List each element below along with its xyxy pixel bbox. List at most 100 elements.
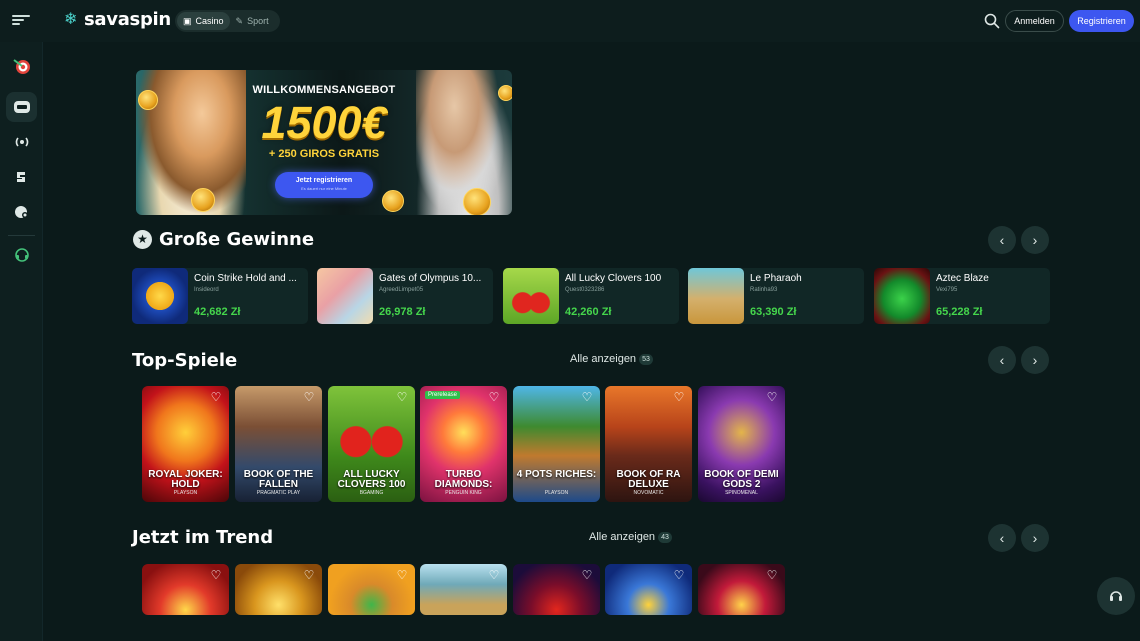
menu-icon[interactable] (12, 13, 30, 29)
game-thumbnail (317, 268, 373, 324)
win-game-name: All Lucky Clovers 100 (565, 273, 662, 284)
game-tile-name: BOOK OF DEMI GODS 2 (704, 469, 779, 490)
favorite-heart-icon[interactable]: ♡ (672, 568, 686, 582)
win-game-name: Gates of Olympus 10... (379, 273, 482, 284)
win-card[interactable]: Coin Strike Hold and ... Insideord 42,68… (132, 268, 308, 324)
sport-icon: ✎ (235, 15, 244, 26)
favorite-heart-icon[interactable]: ♡ (765, 390, 779, 404)
banner-subtitle: + 250 GIROS GRATIS (268, 148, 380, 160)
slot-machine-icon: ▣ (183, 15, 192, 26)
register-button[interactable]: Registrieren (1069, 10, 1134, 32)
brand-name: savaspin (84, 9, 171, 30)
game-tile[interactable]: ♡ BOOK OF THE FALLEN PRAGMATIC PLAY (235, 386, 322, 502)
favorite-heart-icon[interactable]: ♡ (302, 390, 316, 404)
count-badge: 53 (639, 353, 653, 365)
trending-next-button[interactable]: › (1021, 524, 1049, 552)
game-tile[interactable]: ♡ (235, 564, 322, 615)
favorite-heart-icon[interactable]: ♡ (302, 568, 316, 582)
coin-icon (463, 188, 491, 215)
tab-casino[interactable]: ▣ Casino (177, 12, 230, 30)
favorite-heart-icon[interactable]: ♡ (395, 390, 409, 404)
game-thumbnail (132, 268, 188, 324)
logo[interactable]: ❄ savaspin (64, 9, 171, 30)
favorite-heart-icon[interactable]: ♡ (487, 568, 501, 582)
game-tile[interactable]: Prerelease ♡ TURBO DIAMONDS: PENGUIN KIN… (420, 386, 507, 502)
game-tile[interactable]: ♡ BOOK OF DEMI GODS 2 SPINOMENAL (698, 386, 785, 502)
win-amount: 42,682 Zł (194, 306, 241, 318)
game-tile-name: ALL LUCKY CLOVERS 100 (337, 469, 406, 490)
live-broadcast-icon[interactable] (6, 127, 37, 157)
big-wins-prev-button[interactable]: ‹ (988, 226, 1016, 254)
win-amount: 63,390 Zł (750, 306, 797, 318)
game-tile-name: ROYAL JOKER: HOLD (148, 469, 223, 490)
trending-see-all[interactable]: Alle anzeigen 43 (589, 531, 672, 543)
banner-cta-label: Jetzt registrieren (295, 177, 353, 184)
target-icon[interactable] (6, 51, 37, 81)
game-tile[interactable]: ♡ (420, 564, 507, 615)
see-all-label: Alle anzeigen (570, 353, 637, 365)
banner-amount: 1500€ (261, 97, 387, 148)
favorite-heart-icon[interactable]: ♡ (765, 568, 779, 582)
game-tile-provider: PENGUIN KING (445, 490, 482, 496)
favorite-heart-icon[interactable]: ♡ (672, 390, 686, 404)
game-tile[interactable]: ♡ (513, 564, 600, 615)
sidebar-divider (8, 235, 35, 236)
game-tile-name: TURBO DIAMONDS: (434, 469, 493, 490)
star-icon: ★ (133, 230, 152, 249)
top-games-title: Top-Spiele (132, 350, 238, 371)
game-tile[interactable]: ♡ BOOK OF RA DELUXE NOVOMATIC (605, 386, 692, 502)
top-games-see-all[interactable]: Alle anzeigen 53 (570, 353, 653, 365)
game-tile[interactable]: ♡ (142, 564, 229, 615)
favorite-heart-icon[interactable]: ♡ (580, 390, 594, 404)
game-tile-name: BOOK OF THE FALLEN (243, 469, 314, 490)
win-amount: 26,978 Zł (379, 306, 426, 318)
controller-icon[interactable] (6, 197, 37, 227)
favorite-heart-icon[interactable]: ♡ (209, 390, 223, 404)
win-user: Insideord (194, 287, 219, 293)
search-icon[interactable] (984, 13, 1000, 29)
banner-register-button[interactable]: Jetzt registrieren Es dauert nur eine Mi… (275, 172, 373, 198)
tab-sport[interactable]: ✎ Sport (230, 12, 275, 30)
game-tile-provider: PLAYSON (173, 490, 198, 496)
game-tile[interactable]: ♡ (698, 564, 785, 615)
game-thumbnail (874, 268, 930, 324)
favorite-heart-icon[interactable]: ♡ (487, 390, 501, 404)
trending-title: Jetzt im Trend (132, 527, 274, 548)
win-card[interactable]: Le Pharaoh Ratinha93 63,390 Zł (688, 268, 864, 324)
win-card[interactable]: All Lucky Clovers 100 Quest0323286 42,26… (503, 268, 679, 324)
game-tile[interactable]: ♡ ROYAL JOKER: HOLD PLAYSON (142, 386, 229, 502)
win-game-name: Aztec Blaze (936, 273, 989, 284)
win-card[interactable]: Gates of Olympus 10... AgreedLimpet05 26… (317, 268, 493, 324)
favorite-heart-icon[interactable]: ♡ (580, 568, 594, 582)
tab-sport-label: Sport (247, 16, 269, 26)
sport-icon[interactable] (6, 162, 37, 192)
favorite-heart-icon[interactable]: ♡ (395, 568, 409, 582)
game-tile[interactable]: ♡ 4 POTS RICHES: PLAYSON (513, 386, 600, 502)
game-tile-name: BOOK OF RA DELUXE (616, 469, 681, 490)
count-badge: 43 (658, 531, 672, 543)
win-card[interactable]: Aztec Blaze Vexi795 65,228 Zł (874, 268, 1050, 324)
top-games-prev-button[interactable]: ‹ (988, 346, 1016, 374)
coin-icon (191, 188, 215, 212)
slot-machine-icon[interactable] (6, 92, 37, 122)
big-wins-title: Große Gewinne (159, 229, 315, 250)
top-games-next-button[interactable]: › (1021, 346, 1049, 374)
tab-casino-label: Casino (195, 16, 224, 26)
support-headset-icon[interactable] (6, 240, 37, 270)
welcome-banner[interactable]: WILLKOMMENSANGEBOT 1500€ + 250 GIROS GRA… (136, 70, 512, 215)
game-thumbnail (688, 268, 744, 324)
support-chat-button[interactable] (1097, 577, 1135, 615)
game-tile[interactable]: ♡ ALL LUCKY CLOVERS 100 BGAMING (328, 386, 415, 502)
login-button[interactable]: Anmelden (1005, 10, 1064, 32)
favorite-heart-icon[interactable]: ♡ (209, 568, 223, 582)
game-tile-provider: PRAGMATIC PLAY (256, 490, 301, 496)
win-user: Quest0323286 (565, 287, 605, 293)
see-all-label: Alle anzeigen (589, 531, 656, 543)
game-tile[interactable]: ♡ (328, 564, 415, 615)
sidebar (0, 42, 43, 641)
game-tile[interactable]: ♡ (605, 564, 692, 615)
trending-prev-button[interactable]: ‹ (988, 524, 1016, 552)
win-amount: 65,228 Zł (936, 306, 983, 318)
prerelease-badge: Prerelease (425, 391, 461, 399)
big-wins-next-button[interactable]: › (1021, 226, 1049, 254)
